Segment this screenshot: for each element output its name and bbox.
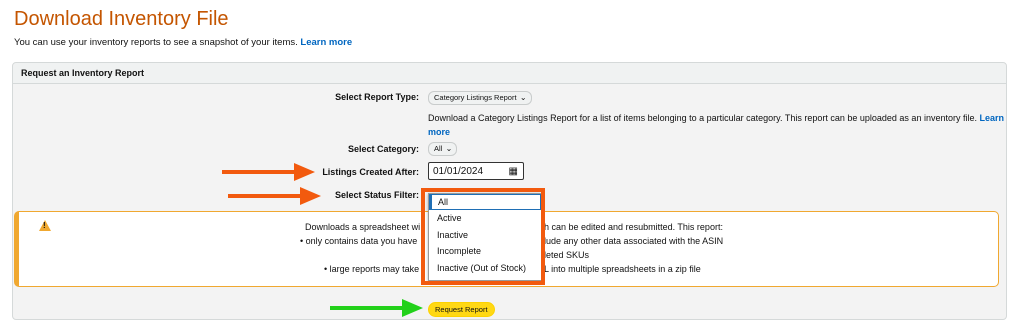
- warning-line-1-left: Downloads a spreadsheet wi: [305, 222, 421, 232]
- orange-arrow-listings: [222, 163, 315, 181]
- category-select[interactable]: All ⌄: [428, 142, 458, 156]
- intro-text: You can use your inventory reports to se…: [14, 37, 352, 48]
- report-type-value: Category Listings Report: [434, 93, 517, 102]
- report-type-select[interactable]: Category Listings Report ⌄: [428, 91, 532, 105]
- status-option-inactive-out-of-stock[interactable]: Inactive (Out of Stock): [429, 260, 541, 277]
- warning-line-2-right: lude any other data associated with the …: [544, 236, 724, 246]
- chevron-down-icon: ⌄: [519, 93, 527, 102]
- warning-line-3-right: leted SKUs: [544, 250, 590, 260]
- orange-arrow-status: [228, 187, 321, 205]
- warning-line-4-right: L into multiple spreadsheets in a zip fi…: [544, 264, 701, 274]
- report-description-text: Download a Category Listings Report for …: [428, 113, 977, 123]
- warning-line-1-right: h can be edited and resubmitted. This re…: [544, 222, 723, 232]
- intro-description: You can use your inventory reports to se…: [14, 37, 298, 48]
- panel-heading: Request an Inventory Report: [13, 63, 1006, 84]
- report-type-label: Select Report Type:: [335, 92, 419, 102]
- learn-more-link[interactable]: Learn more: [300, 37, 352, 48]
- calendar-icon[interactable]: ▦: [509, 163, 518, 181]
- warning-line-2-left: • only contains data you have: [300, 236, 418, 246]
- listings-created-after-input[interactable]: 01/01/2024 ▦: [428, 162, 524, 180]
- request-report-button[interactable]: Request Report: [428, 302, 495, 317]
- warning-line-4-left: • large reports may take: [324, 264, 420, 274]
- status-option-incomplete[interactable]: Incomplete: [429, 243, 541, 260]
- status-option-all[interactable]: All: [429, 194, 541, 210]
- warning-icon: !: [39, 220, 51, 231]
- category-value: All: [434, 144, 443, 153]
- status-option-active[interactable]: Active: [429, 210, 541, 227]
- green-arrow-request: [330, 299, 423, 317]
- category-label: Select Category:: [347, 144, 419, 154]
- status-filter-dropdown[interactable]: All Active Inactive Incomplete Inactive …: [428, 193, 542, 281]
- date-value: 01/01/2024: [433, 166, 484, 177]
- page-title: Download Inventory File: [14, 8, 229, 30]
- status-option-inactive[interactable]: Inactive: [429, 227, 541, 244]
- chevron-down-icon: ⌄: [445, 144, 453, 153]
- report-description: Download a Category Listings Report for …: [428, 111, 1008, 139]
